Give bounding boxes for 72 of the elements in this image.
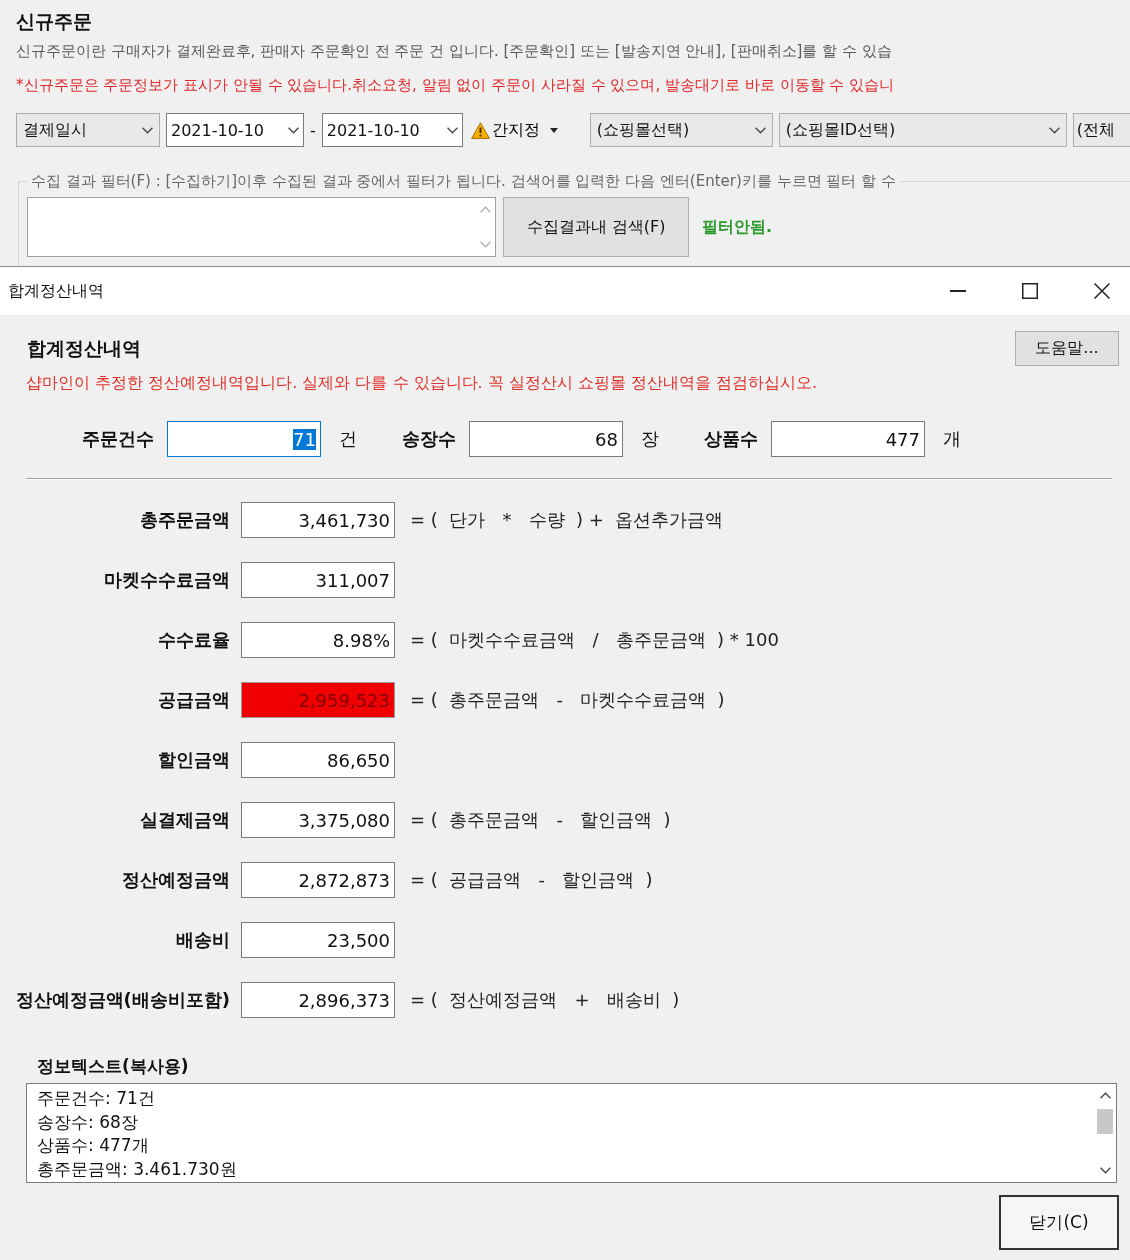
count-field[interactable]: 71 bbox=[167, 421, 321, 457]
date-picker[interactable]: 2021-10-10 bbox=[321, 113, 463, 147]
info-line: 주문건수: 71건 bbox=[37, 1087, 155, 1110]
info-line: 상품수: 477개 bbox=[37, 1134, 149, 1157]
field-label: 실결제금액 bbox=[140, 808, 230, 832]
amount-field[interactable]: 3,375,080 bbox=[241, 802, 395, 838]
info-label: 정보텍스트(복사용) bbox=[37, 1055, 189, 1077]
info-line: 송장수: 68장 bbox=[37, 1110, 138, 1134]
formula-text: = ( 마켓수수료금액 / 총주문금액 ) * 100 bbox=[410, 628, 779, 652]
description-text: 신규주문이란 구매자가 결제완료후, 판매자 주문확인 전 주문 건 입니다. [주문확인] 또는 [발송지연 안내], [판매취소]를 할 수 있습 bbox=[16, 41, 892, 61]
dropdown[interactable]: (전체 bbox=[1072, 113, 1130, 147]
amount-field[interactable]: 8.98% bbox=[241, 622, 395, 658]
maximize-icon[interactable] bbox=[1022, 283, 1038, 299]
range-separator: - bbox=[310, 120, 316, 140]
close-icon[interactable] bbox=[1094, 283, 1110, 299]
caret-icon bbox=[549, 127, 558, 133]
help-button[interactable]: 도움말... bbox=[1015, 331, 1119, 366]
field-label: 총주문금액 bbox=[140, 508, 230, 532]
field-label: 정산예정금액 bbox=[122, 868, 230, 892]
chevron-down-icon bbox=[754, 126, 766, 134]
chevron-up-icon bbox=[479, 206, 491, 213]
formula-text: = ( 단가 * 수량 ) + 옵션추가금액 bbox=[410, 508, 724, 532]
formula-text: = ( 정산예정금액 + 배송비 ) bbox=[410, 988, 680, 1012]
warning-icon bbox=[470, 121, 490, 139]
dropdown[interactable]: (쇼핑몰선택) bbox=[589, 113, 773, 147]
field-label: 주문건수 bbox=[82, 427, 154, 451]
formula-text: = ( 총주문금액 - 마켓수수료금액 ) bbox=[410, 688, 725, 712]
unit-label: 장 bbox=[641, 427, 659, 451]
date-picker[interactable]: 2021-10-10 bbox=[166, 113, 304, 147]
unit-label: 건 bbox=[339, 427, 357, 451]
info-text-area[interactable]: 주문건수: 71건 송장수: 68장 상품수: 477개 총주문금액: 3.461.730원 bbox=[26, 1083, 1117, 1183]
filter-status: 필터안됨. bbox=[702, 216, 773, 238]
formula-text: = ( 공급금액 - 할인금액 ) bbox=[410, 868, 653, 892]
chevron-down-icon bbox=[446, 126, 458, 134]
period-button[interactable]: 간지정 bbox=[468, 113, 584, 147]
dialog-heading: 합계정산내역 bbox=[27, 335, 141, 361]
dropdown[interactable]: 결제일시 bbox=[16, 113, 160, 147]
amount-field[interactable]: 311,007 bbox=[241, 562, 395, 598]
chevron-down-icon bbox=[142, 126, 153, 134]
field-label: 수수료율 bbox=[158, 628, 230, 652]
field-label: 공급금액 bbox=[158, 688, 230, 712]
amount-field[interactable]: 2,872,873 bbox=[241, 862, 395, 898]
chevron-down-icon bbox=[479, 241, 491, 248]
chevron-down-icon bbox=[1099, 1167, 1111, 1174]
field-label: 상품수 bbox=[704, 427, 758, 451]
amount-field[interactable]: 2,896,373 bbox=[241, 982, 395, 1018]
notice-text: 샵마인이 추정한 정산예정내역입니다. 실제와 다를 수 있습니다. 꼭 실정산시 쇼핑몰 정산내역을 점검하십시오. bbox=[26, 372, 818, 394]
warning-text: *신규주문은 주문정보가 표시가 안될 수 있습니다.취소요청, 알림 없이 주문이 사라질 수 있으며, 발송대기로 바로 이동할 수 있습니 bbox=[16, 75, 895, 95]
info-line: 총주문금액: 3.461.730원 bbox=[37, 1157, 237, 1181]
amount-field[interactable]: 3,461,730 bbox=[241, 502, 395, 538]
chevron-down-icon bbox=[288, 126, 299, 134]
field-label: 송장수 bbox=[402, 427, 456, 451]
chevron-down-icon bbox=[1048, 126, 1060, 134]
count-field[interactable]: 477 bbox=[771, 421, 925, 457]
page-title: 신규주문 bbox=[16, 9, 92, 34]
window-title: 합계정산내역 bbox=[8, 280, 104, 302]
filter-input[interactable] bbox=[27, 197, 496, 257]
chevron-up-icon bbox=[1099, 1092, 1111, 1099]
amount-field[interactable]: 86,650 bbox=[241, 742, 395, 778]
unit-label: 개 bbox=[943, 427, 961, 451]
filter-legend: 수집 결과 필터(F) : [수집하기]이후 수집된 결과 중에서 필터가 됩니다. 검색어를 입력한 다음 엔터(Enter)키를 누르면 필터 할 수 bbox=[27, 171, 900, 191]
field-label: 할인금액 bbox=[158, 748, 230, 772]
close-button[interactable]: 닫기(C) bbox=[999, 1195, 1119, 1250]
scrollbar-thumb[interactable] bbox=[1097, 1109, 1113, 1134]
amount-field[interactable]: 23,500 bbox=[241, 922, 395, 958]
count-field[interactable]: 68 bbox=[469, 421, 623, 457]
search-button[interactable]: 수집결과내 검색(F) bbox=[503, 197, 689, 257]
formula-text: = ( 총주문금액 - 할인금액 ) bbox=[410, 808, 671, 832]
dropdown[interactable]: (쇼핑몰ID선택) bbox=[778, 113, 1067, 147]
field-label: 배송비 bbox=[176, 928, 230, 952]
field-label: 정산예정금액(배송비포함) bbox=[15, 988, 230, 1012]
field-label: 마켓수수료금액 bbox=[104, 568, 230, 592]
